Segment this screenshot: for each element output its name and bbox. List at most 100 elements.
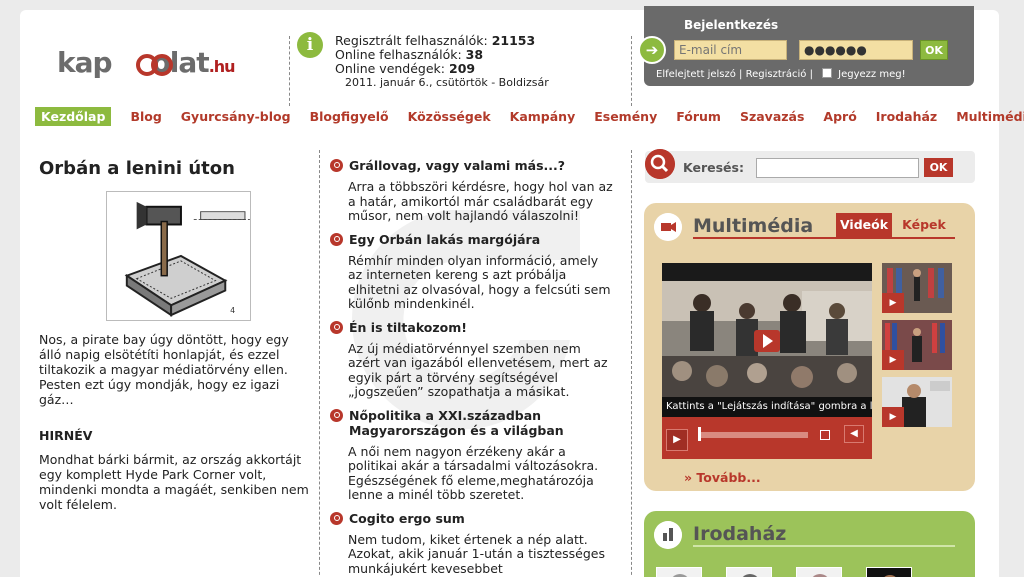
blog-item-title[interactable]: Egy Orbán lakás margójára [349,232,540,247]
site-logo[interactable]: kapcsolat kapolat.hu [57,46,267,96]
nav-item-kozossegek[interactable]: Közösségek [408,109,491,124]
nav-item-gyurcsany-blog[interactable]: Gyurcsány-blog [181,109,291,124]
progress-handle[interactable] [698,427,701,441]
list-item: Grállovag, vagy valami más...? Arra a tö… [330,158,615,224]
nav-item-irodahaz[interactable]: Irodaház [876,109,937,124]
header-divider [631,36,632,106]
video-camera-icon [654,213,682,241]
blog-bullet-icon [330,408,343,422]
blog-item-text: Az új médiatörvénnyel szemben nem azért … [348,340,608,399]
thumbnail-play-icon[interactable]: ▶ [882,350,904,370]
email-field[interactable] [674,40,787,60]
login-ok-button[interactable]: OK [920,40,948,60]
tab-images[interactable]: Képek [896,213,952,237]
article-title[interactable]: Orbán a lenini úton [39,158,235,179]
blog-item-title[interactable]: Nőpolitika a XXI.században Magyarországo… [349,408,615,438]
logo-suffix: .hu [208,57,236,76]
site-stats: Regisztrált felhasználók: 21153 Online f… [335,34,549,90]
video-player[interactable]: Kattints a "Lejátszás indítása" gombra a… [662,263,872,459]
list-item: Egy Orbán lakás margójára Rémhír minden … [330,232,615,312]
nav-item-kezdolap[interactable]: Kezdőlap [35,106,112,126]
list-item: Nőpolitika a XXI.században Magyarországo… [330,408,615,503]
thumbnail-play-icon[interactable]: ▶ [882,293,904,313]
section-text: Mondhat bárki bármit, az ország akkortáj… [39,452,309,512]
avatar[interactable] [726,567,772,577]
nav-item-multimedia[interactable]: Multimédia [956,109,1024,124]
info-icon: i [297,32,323,58]
stop-button[interactable] [820,430,830,440]
multimedia-divider [693,237,955,239]
article-lead: Nos, a pirate bay úgy döntött, hogy egy … [39,332,289,407]
blog-item-title[interactable]: Grállovag, vagy valami más...? [349,158,565,173]
logo-text: kapcsolat [57,46,200,79]
multimedia-box: Multimédia Videók Képek Kattints a "Lejá… [644,203,975,491]
nav-item-szavazas[interactable]: Szavazás [740,109,804,124]
online-guests-label: Online vendégek: [335,61,446,76]
blog-bullet-icon [330,159,343,172]
nav-item-kampany[interactable]: Kampány [510,109,576,124]
login-title: Bejelentkezés [684,18,779,32]
online-guests-count: 209 [449,61,476,76]
blog-item-text: A női nem nagyon érzékeny akár a politik… [348,443,599,502]
current-date: 2011. január 6., csütörtök - Boldizsár [345,76,549,89]
thumbnail-play-icon[interactable]: ▶ [882,407,904,427]
avatar[interactable] [796,567,842,577]
blog-bullet-icon [330,511,343,525]
header-divider [289,36,290,106]
login-panel: Bejelentkezés ➔ OK Elfelejtett jelszó | … [638,6,974,86]
register-link[interactable]: Regisztráció [746,69,807,80]
avatar[interactable] [656,567,702,577]
svg-text:4: 4 [230,306,235,315]
registered-count: 21153 [491,33,536,48]
video-thumbnail[interactable]: ▶ [882,263,952,313]
login-links: Elfelejtett jelszó | Regisztráció | Jegy… [656,68,906,80]
more-link[interactable]: » Tovább... [684,470,761,485]
tab-videos[interactable]: Videók [836,213,892,237]
office-divider [693,545,955,547]
page: kapcsolat kapolat.hu i Regisztrált felha… [20,6,1024,577]
search-icon [645,149,675,179]
office-title: Irodaház [693,523,787,545]
video-caption: Kattints a "Lejátszás indítása" gombra a… [662,397,872,417]
nav-item-blog[interactable]: Blog [130,109,161,124]
play-button[interactable]: ▶ [666,429,688,451]
search-input[interactable] [756,158,919,178]
blog-bullet-icon [330,320,343,334]
article-illustration-image[interactable]: 4 [106,191,251,321]
blog-list: Grállovag, vagy valami más...? Arra a tö… [330,158,615,577]
nav-item-apro[interactable]: Apró [823,109,856,124]
logo-rings-icon [136,54,173,76]
remember-checkbox[interactable] [822,68,833,78]
blog-item-text: Arra a többszöri kérdésre, hogy hol van … [348,179,613,223]
video-thumbnail[interactable]: ▶ [882,320,952,370]
column-divider [631,150,632,577]
blog-item-title[interactable]: Én is tiltakozom! [349,320,467,335]
video-frame-image [662,281,872,403]
section-title: HIRNÉV [39,428,93,443]
blog-item-text: Rémhír minden olyan információ, amely az… [348,252,611,311]
progress-track[interactable] [698,432,808,438]
blog-item-title[interactable]: Cogito ergo sum [349,511,465,526]
search-box: Keresés: OK [645,149,975,183]
blog-bullet-icon [330,232,343,246]
nav-item-forum[interactable]: Fórum [676,109,721,124]
arrow-right-icon: ➔ [638,36,666,64]
blog-item-text: Nem tudom, kiket értenek a nép alatt. Az… [348,531,605,576]
registered-label: Regisztrált felhasználók: [335,33,488,48]
player-controls: ▶ ◀ [662,417,872,459]
volume-icon[interactable]: ◀ [844,425,864,443]
list-item: Cogito ergo sum Nem tudom, kiket értenek… [330,511,615,577]
nav-item-blogfigyelo[interactable]: Blogfigyelő [310,109,389,124]
multimedia-title: Multimédia [693,215,814,237]
avatar[interactable] [866,567,912,577]
forgot-password-link[interactable]: Elfelejtett jelszó [656,69,736,80]
password-field[interactable] [799,40,913,60]
office-box: Irodaház [644,511,975,577]
video-thumbnail[interactable]: ▶ [882,377,952,427]
search-ok-button[interactable]: OK [924,158,953,177]
bar-chart-icon [654,521,682,549]
nav-item-esemeny[interactable]: Esemény [594,109,657,124]
main-nav: Kezdőlap Blog Gyurcsány-blog Blogfigyelő… [35,106,1024,126]
list-item: Én is tiltakozom! Az új médiatörvénnyel … [330,320,615,400]
remember-label: Jegyezz meg! [838,69,906,80]
